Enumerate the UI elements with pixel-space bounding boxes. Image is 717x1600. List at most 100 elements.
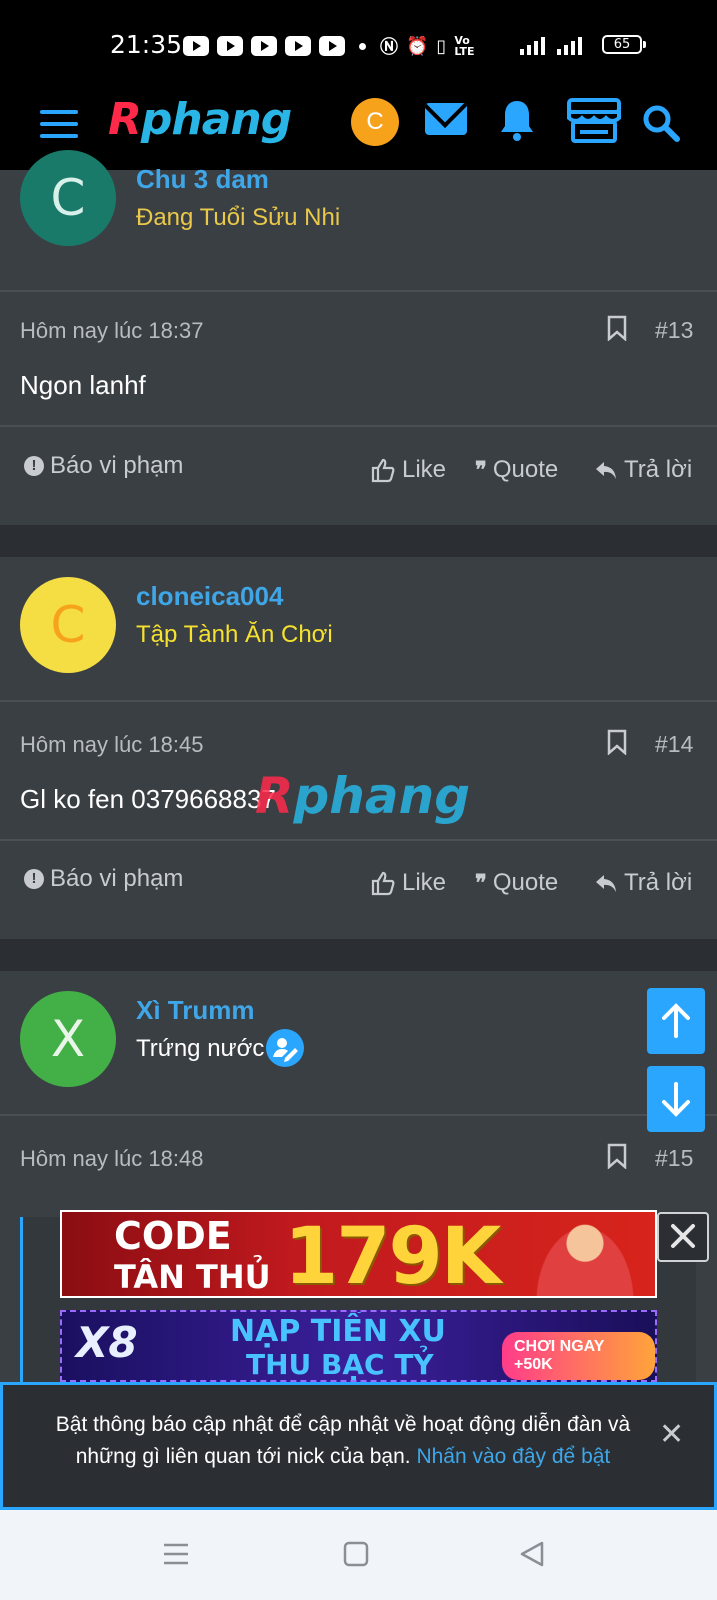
volte-icon: Vo LTE xyxy=(454,34,475,58)
bookmark-icon[interactable] xyxy=(607,315,627,341)
avatar[interactable]: X xyxy=(20,991,116,1087)
back-icon[interactable] xyxy=(518,1540,546,1568)
post-user-block: X Xì Trumm Trứng nước xyxy=(0,971,717,1116)
bookmark-icon[interactable] xyxy=(607,729,627,755)
post-user-block: C Chu 3 dam Đang Tuổi Sửu Nhi xyxy=(0,150,717,292)
bell-icon[interactable] xyxy=(498,98,536,142)
ad-line2: THU BẠC TỶ xyxy=(246,1348,434,1381)
watermark-r: R xyxy=(255,767,294,825)
status-bar: 21:35 Ⓝ ⏰ ▯ Vo LTE 65 xyxy=(0,0,717,88)
close-notification-button[interactable]: ✕ xyxy=(659,1417,684,1452)
alarm-icon: ⏰ xyxy=(406,35,429,57)
user-title: Trứng nước xyxy=(136,1035,265,1062)
user-avatar[interactable]: C xyxy=(351,98,399,146)
arrow-up-icon xyxy=(662,1003,690,1038)
post-number[interactable]: #15 xyxy=(655,1145,693,1172)
post-number[interactable]: #13 xyxy=(655,317,693,344)
store-icon[interactable] xyxy=(566,96,622,144)
ad-cta-button: CHƠI NGAY +50K xyxy=(502,1332,655,1380)
reply-label: Trả lời xyxy=(624,456,693,483)
youtube-icon xyxy=(285,36,311,56)
youtube-icon xyxy=(251,36,277,56)
username[interactable]: cloneica004 xyxy=(136,581,283,612)
ad-line1: NẠP TIỀN XU xyxy=(230,1314,446,1349)
battery-icon: 65 xyxy=(602,35,646,54)
divider xyxy=(0,425,717,427)
watermark-logo: Rphang xyxy=(255,767,470,825)
reply-button[interactable]: Trả lời xyxy=(594,869,692,897)
ad-tanthu-text: TÂN THỦ xyxy=(114,1258,271,1296)
system-nav-bar xyxy=(0,1510,717,1600)
logo-text: phang xyxy=(140,94,292,145)
warning-icon: ! xyxy=(24,869,44,889)
close-icon xyxy=(671,1224,695,1248)
ad-amount: 179K xyxy=(284,1212,501,1298)
menu-icon[interactable] xyxy=(40,110,78,138)
scroll-top-button[interactable] xyxy=(647,988,705,1054)
report-label: Báo vi phạm xyxy=(50,865,184,892)
avatar[interactable]: C xyxy=(20,150,116,246)
report-label: Báo vi phạm xyxy=(50,452,184,479)
logo-r: R xyxy=(108,94,142,145)
username[interactable]: Chu 3 dam xyxy=(136,164,269,195)
mail-icon[interactable] xyxy=(425,103,467,135)
quote-button[interactable]: ❞ Quote xyxy=(475,456,558,484)
reply-label: Trả lời xyxy=(624,869,693,896)
username[interactable]: Xì Trumm xyxy=(136,995,254,1026)
post-number[interactable]: #14 xyxy=(655,731,693,758)
thumbs-up-icon xyxy=(371,458,395,483)
recent-apps-icon[interactable] xyxy=(162,1540,190,1568)
notification-icons: Ⓝ ⏰ ▯ Vo LTE xyxy=(183,33,475,59)
avatar[interactable]: C xyxy=(20,577,116,673)
thumbs-up-icon xyxy=(371,871,395,896)
post-time[interactable]: Hôm nay lúc 18:37 xyxy=(20,318,203,344)
post-separator xyxy=(0,525,717,557)
vibrate-icon: ▯ xyxy=(436,35,447,57)
post-user-block: C cloneica004 Tập Tành Ăn Chơi xyxy=(0,557,717,702)
scroll-bottom-button[interactable] xyxy=(647,1066,705,1132)
close-ad-button[interactable] xyxy=(657,1212,709,1262)
user-title: Đang Tuổi Sửu Nhi xyxy=(136,204,341,231)
ad-x8-logo: X8 xyxy=(76,1318,138,1367)
quote-label: Quote xyxy=(492,456,559,483)
post-time[interactable]: Hôm nay lúc 18:48 xyxy=(20,1146,203,1172)
signal-strength-icon xyxy=(520,33,582,55)
site-logo[interactable]: Rphang xyxy=(108,94,292,145)
arrow-down-icon xyxy=(662,1082,690,1117)
enable-notifications-link[interactable]: Nhấn vào đây để bật xyxy=(416,1445,610,1468)
like-label: Like xyxy=(402,456,447,483)
quote-label: Quote xyxy=(492,869,559,896)
nfc-icon: Ⓝ xyxy=(380,37,398,58)
like-button[interactable]: Like xyxy=(370,869,446,897)
notification-text: Bật thông báo cập nhật để cập nhật về ho… xyxy=(33,1409,653,1473)
post-separator xyxy=(0,939,717,971)
quote-icon: ❞ xyxy=(475,870,487,895)
search-icon[interactable] xyxy=(642,104,680,142)
reply-button[interactable]: Trả lời xyxy=(594,456,692,484)
ad-model-image xyxy=(530,1218,640,1296)
post-content: Ngon lanhf xyxy=(20,370,146,400)
bookmark-icon[interactable] xyxy=(607,1143,627,1169)
post-time[interactable]: Hôm nay lúc 18:45 xyxy=(20,732,203,758)
youtube-icon xyxy=(217,36,243,56)
push-notification-banner: Bật thông báo cập nhật để cập nhật về ho… xyxy=(0,1382,717,1510)
ad-banner-code[interactable]: CODE TÂN THỦ 179K xyxy=(60,1210,657,1298)
user-title: Tập Tành Ăn Chơi xyxy=(136,621,333,648)
reply-icon xyxy=(596,462,616,479)
quote-icon: ❞ xyxy=(475,457,487,482)
watermark-text: phang xyxy=(293,767,471,825)
quote-button[interactable]: ❞ Quote xyxy=(475,869,558,897)
ad-banner-x8[interactable]: X8 NẠP TIỀN XU THU BẠC TỶ CHƠI NGAY +50K xyxy=(60,1310,657,1382)
reply-icon xyxy=(596,875,616,892)
report-button[interactable]: ! Báo vi phạm xyxy=(24,452,183,480)
battery-level: 65 xyxy=(613,37,631,52)
home-icon[interactable] xyxy=(342,1540,370,1568)
verified-icon xyxy=(266,1029,304,1067)
report-button[interactable]: ! Báo vi phạm xyxy=(24,865,183,893)
youtube-icon xyxy=(183,36,209,56)
youtube-icon xyxy=(319,36,345,56)
post-actions: ! Báo vi phạm Like ❞ Quote Trả lời xyxy=(0,865,717,909)
divider xyxy=(0,839,717,841)
like-button[interactable]: Like xyxy=(370,456,446,484)
like-label: Like xyxy=(402,869,447,896)
